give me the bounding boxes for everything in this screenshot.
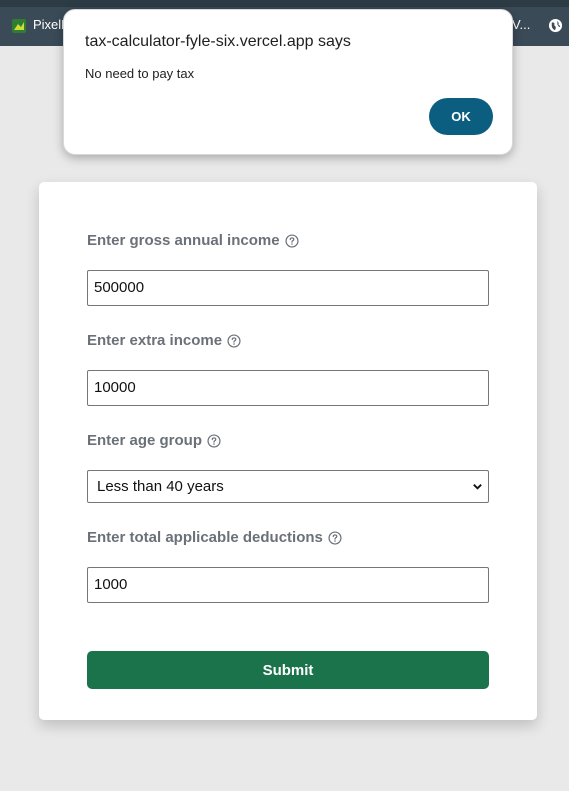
help-circle-icon[interactable] [227,333,241,348]
gross-income-label-row: Enter gross annual income [87,232,299,249]
age-group-select[interactable]: Less than 40 years [87,470,489,503]
dialog-message: No need to pay tax [85,66,195,81]
age-group-label: Enter age group [87,432,203,449]
age-group-label-row: Enter age group [87,432,221,449]
age-group-selected: Less than 40 years [97,478,224,495]
globe-icon[interactable] [548,18,563,33]
help-circle-icon[interactable] [284,233,299,248]
dialog-title: tax-calculator-fyle-six.vercel.app says [85,33,351,50]
favicon-icon [12,19,26,33]
browser-strip [0,0,569,7]
deductions-input[interactable]: 1000 [87,567,489,603]
help-circle-icon[interactable] [328,530,342,545]
tax-form-card: Enter gross annual income 500000 Enter e… [39,182,537,720]
tab-label[interactable]: PixelB [33,17,63,32]
chevron-down-icon [473,484,482,490]
extra-income-label-row: Enter extra income [87,332,241,349]
extra-income-label: Enter extra income [87,332,223,349]
tab-label-right[interactable]: V... [512,17,534,32]
extra-income-input[interactable]: 10000 [87,370,489,406]
gross-income-label: Enter gross annual income [87,232,280,249]
alert-dialog: tax-calculator-fyle-six.vercel.app says … [63,9,513,155]
ok-button[interactable]: OK [429,98,493,135]
help-circle-icon[interactable] [207,433,221,448]
gross-income-input[interactable]: 500000 [87,270,489,306]
deductions-label-row: Enter total applicable deductions [87,529,342,546]
submit-button[interactable]: Submit [87,651,489,689]
deductions-label: Enter total applicable deductions [87,529,323,546]
